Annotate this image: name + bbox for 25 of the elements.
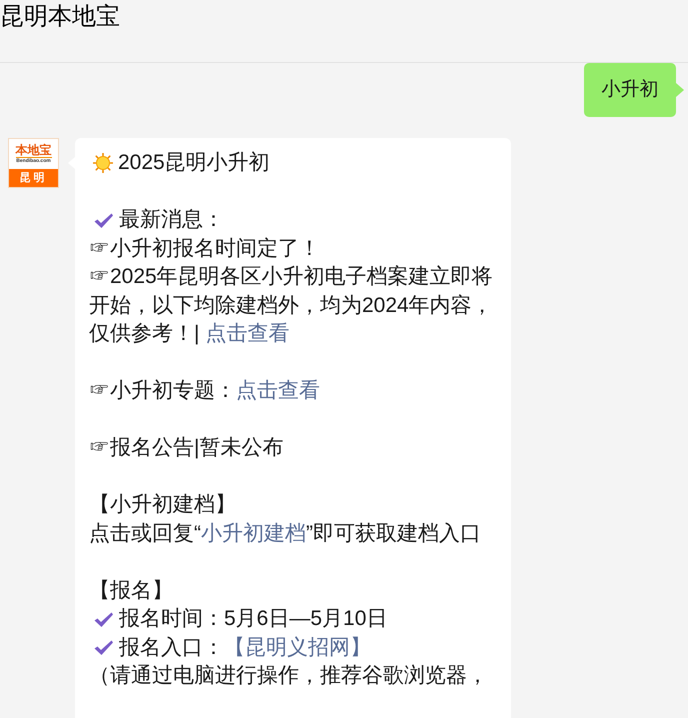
message-text: ☞2025年昆明各区小升初电子档案建立即将开始，以下均除建档外，均为2024年内容，仅供参考！| 点击查看 (89, 264, 494, 347)
logo-brand: 本地宝 (16, 144, 52, 158)
message-text: 最新消息： (119, 207, 224, 233)
logo-city: 昆明 (20, 172, 48, 184)
chat-title: 昆明本地宝 (0, 2, 121, 32)
sun-icon (93, 153, 113, 174)
message-text: （请通过电脑进行操作，推荐谷歌浏览器， (89, 663, 489, 689)
message-text: 【小升初建档】 (89, 492, 237, 518)
message-text: 点击或回复“小升初建档”即可获取建档入口 (89, 520, 482, 546)
check-icon (93, 610, 114, 628)
sent-message: 小升初 (584, 63, 676, 117)
bubble-tail-icon (676, 83, 684, 97)
message-text: 报名入口：【昆明义招网】 (119, 634, 371, 660)
message-text: ☞小升初专题：点击查看 (89, 378, 321, 404)
link[interactable]: 小升初建档 (201, 522, 306, 544)
check-icon (93, 212, 114, 229)
heading-text: 2025昆明小升初 (118, 150, 270, 176)
message-text: 【报名】 (89, 578, 174, 604)
message-text: ☞小升初报名时间定了！ (89, 236, 321, 262)
message-text: 报名时间：5月6日—5月10日 (119, 606, 388, 632)
link[interactable]: 点击查看 (236, 379, 320, 402)
link[interactable]: 点击查看 (205, 322, 290, 345)
message-text: ☞报名公告|暂未公布 (89, 435, 284, 461)
link[interactable]: 【昆明义招网】 (224, 636, 371, 658)
check-icon (93, 639, 114, 656)
